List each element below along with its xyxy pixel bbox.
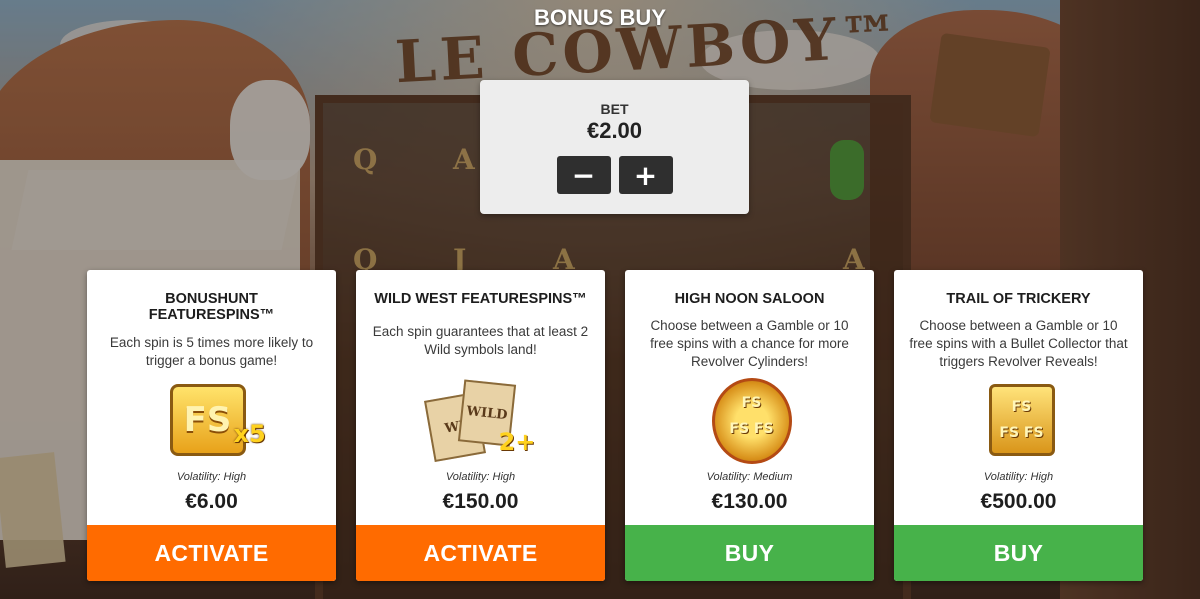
bonus-card-bonushunt: BONUSHUNT FEATURESPINS™ Each spin is 5 t… xyxy=(87,270,336,581)
revolver-cylinder-icon: FS FS FS xyxy=(711,378,792,464)
card-description: Choose between a Gamble or 10 free spins… xyxy=(650,318,849,369)
buy-button[interactable]: BUY xyxy=(894,525,1143,581)
bet-stepper: − + xyxy=(480,156,749,194)
price-label: €150.00 xyxy=(442,490,519,513)
volatility-label: Volatility: High xyxy=(445,471,516,483)
card-description: Choose between a Gamble or 10 free spins… xyxy=(909,318,1128,369)
bet-label: BET xyxy=(600,101,629,117)
card-description: Each spin is 5 times more likely to trig… xyxy=(109,335,314,368)
activate-button[interactable]: ACTIVATE xyxy=(356,525,605,581)
price-label: €500.00 xyxy=(980,490,1057,513)
card-title: WILD WEST FEATURESPINS™ xyxy=(374,291,587,307)
bet-value: €2.00 xyxy=(586,118,643,143)
card-title: HIGH NOON SALOON xyxy=(674,291,825,307)
fs-grid-icon: FS FS FS xyxy=(988,384,1055,456)
increase-bet-button[interactable]: + xyxy=(618,156,673,194)
revolver-cylinder-art: FS FS FS xyxy=(690,378,810,464)
volatility-label: Volatility: High xyxy=(983,471,1054,483)
bet-panel: BET €2.00 − + xyxy=(480,80,749,214)
card-title: TRAIL OF TRICKERY xyxy=(946,291,1091,307)
card-description: Each spin guarantees that at least 2 Wil… xyxy=(372,324,589,357)
bonus-cards: BONUSHUNT FEATURESPINS™ Each spin is 5 t… xyxy=(87,270,1143,581)
price-label: €130.00 xyxy=(711,490,788,513)
activate-button[interactable]: ACTIVATE xyxy=(87,525,336,581)
buy-button[interactable]: BUY xyxy=(625,525,874,581)
card-title: BONUSHUNT FEATURESPINS™ xyxy=(148,291,275,323)
wild-posters-art: WI WILD 2+ xyxy=(421,378,541,463)
multiplier-label: 2+ xyxy=(498,428,536,456)
bonus-card-trail-of-trickery: TRAIL OF TRICKERY Choose between a Gambl… xyxy=(894,270,1143,581)
multiplier-label: x5 xyxy=(233,420,266,448)
decrease-bet-button[interactable]: − xyxy=(556,156,611,194)
fs-grid-art: FS FS FS xyxy=(959,378,1079,462)
bonus-card-high-noon-saloon: HIGH NOON SALOON Choose between a Gamble… xyxy=(625,270,874,581)
feature-spins-art: FS x5 xyxy=(152,378,272,462)
bonus-card-wild-west: WILD WEST FEATURESPINS™ Each spin guaran… xyxy=(356,270,605,581)
volatility-label: Volatility: Medium xyxy=(706,471,793,483)
page-title: BONUS BUY xyxy=(533,5,666,30)
volatility-label: Volatility: High xyxy=(176,471,247,483)
price-label: €6.00 xyxy=(185,490,238,513)
